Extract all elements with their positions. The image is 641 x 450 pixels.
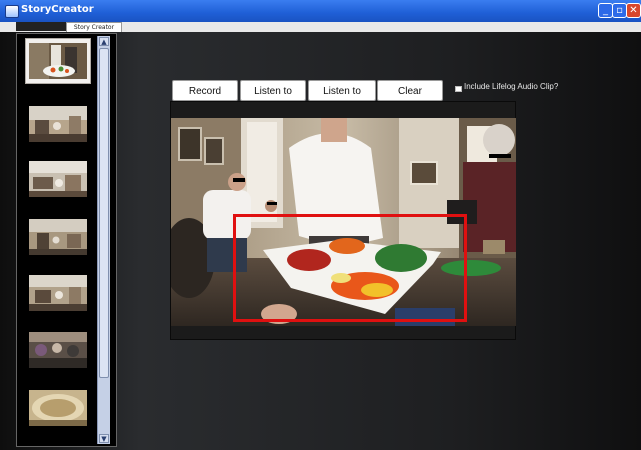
thumbnail-1[interactable] xyxy=(29,43,87,79)
scroll-down-arrow-icon[interactable]: ▼ xyxy=(99,434,109,443)
main-photo-canvas[interactable] xyxy=(171,118,516,326)
listen-to-voice-button[interactable]: Listen to Voice xyxy=(240,80,306,116)
thumbnail-6[interactable] xyxy=(29,332,87,368)
clear-drawings-button[interactable]: Clear Drawings xyxy=(377,80,443,116)
thumbnail-3[interactable] xyxy=(29,161,87,197)
maximize-button[interactable]: ▫ xyxy=(612,3,627,18)
tab-strip: Story Creator xyxy=(0,22,641,32)
tab-untitled[interactable] xyxy=(16,22,66,31)
title-bar: StoryCreator _ ▫ ✕ xyxy=(0,0,641,22)
scroll-up-arrow-icon[interactable]: ▲ xyxy=(99,37,109,46)
scroll-thumb[interactable] xyxy=(99,48,109,378)
thumbnail-sidebar: ▲ ▼ xyxy=(16,33,117,447)
thumbnail-7[interactable] xyxy=(29,390,87,426)
window-title: StoryCreator xyxy=(21,4,94,15)
include-audio-clip-checkbox[interactable] xyxy=(455,86,462,92)
app-icon xyxy=(5,5,19,18)
minimize-button[interactable]: _ xyxy=(598,3,613,18)
tab-story-creator[interactable]: Story Creator xyxy=(66,22,122,32)
thumbnail-5[interactable] xyxy=(29,275,87,311)
thumbnail-2[interactable] xyxy=(29,106,87,142)
include-audio-clip-label: Include Lifelog Audio Clip? xyxy=(464,82,559,91)
thumbnail-4[interactable] xyxy=(29,219,87,255)
thumbnail-scrollbar[interactable]: ▲ ▼ xyxy=(97,36,110,444)
listen-to-sounds-button[interactable]: Listen to Sounds xyxy=(308,80,376,116)
close-button[interactable]: ✕ xyxy=(626,3,641,18)
record-voice-button[interactable]: Record Voice xyxy=(172,80,238,116)
